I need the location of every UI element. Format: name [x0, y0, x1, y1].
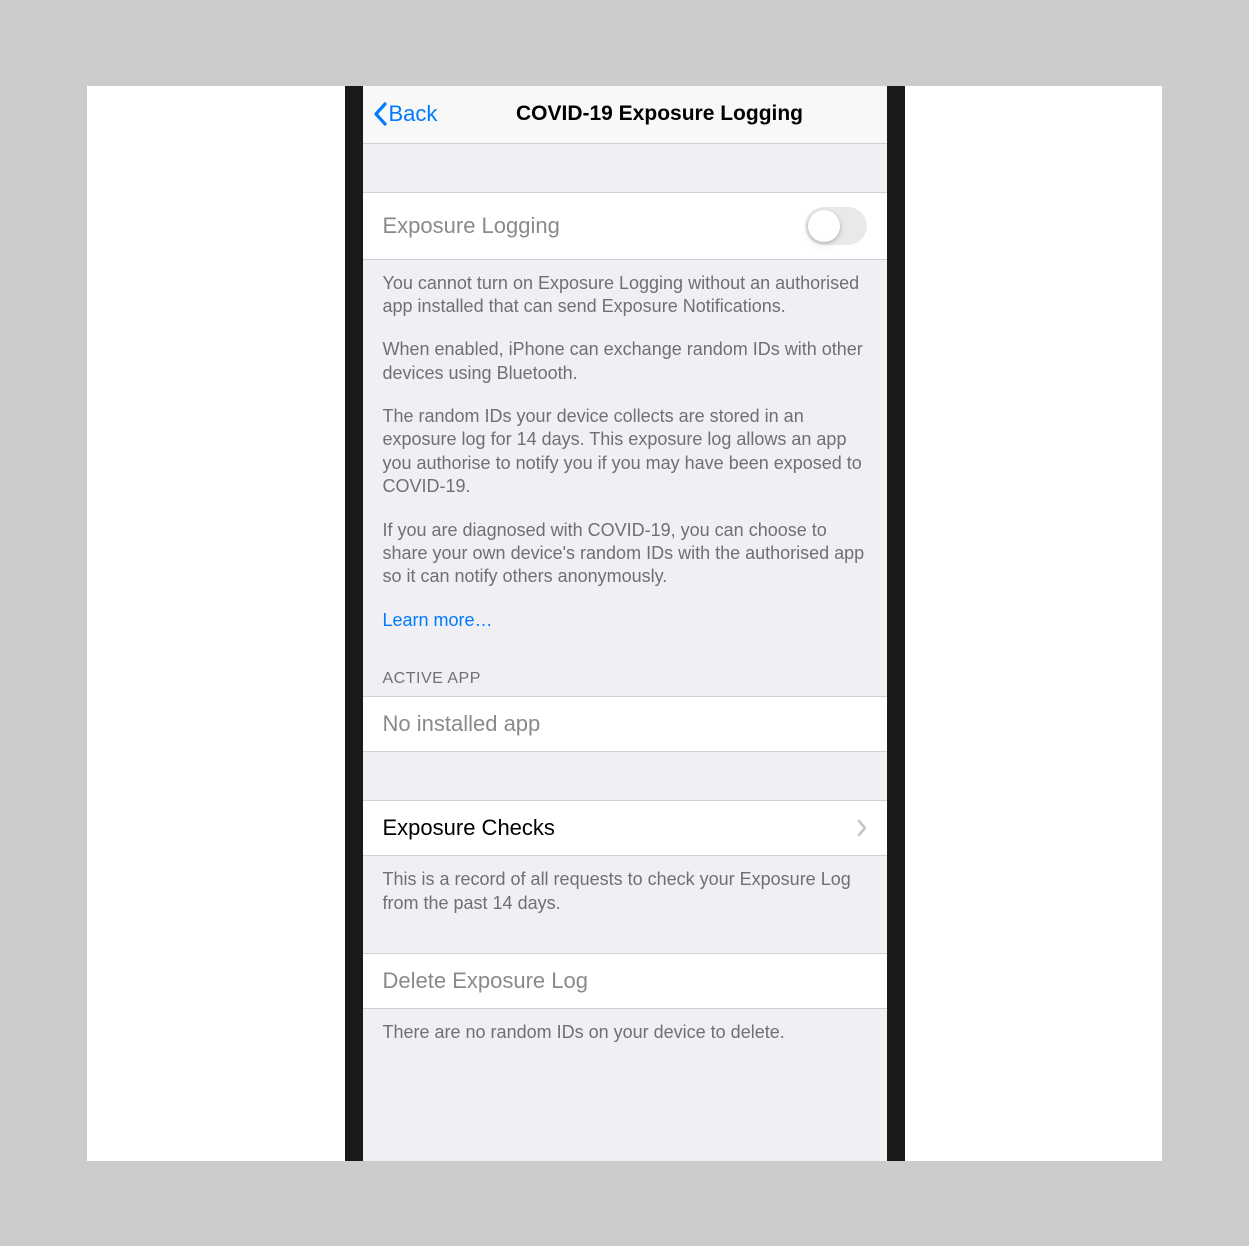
info-paragraph-4: If you are diagnosed with COVID-19, you … — [383, 519, 867, 589]
exposure-checks-footer: This is a record of all requests to chec… — [363, 856, 887, 915]
group-spacer — [363, 915, 887, 953]
group-spacer — [363, 144, 887, 192]
phone-bezel: Back COVID-19 Exposure Logging Exposure … — [345, 86, 905, 1161]
active-app-header: ACTIVE APP — [363, 640, 887, 696]
exposure-logging-info: You cannot turn on Exposure Logging with… — [363, 260, 887, 641]
outer-frame: Back COVID-19 Exposure Logging Exposure … — [87, 86, 1162, 1161]
navigation-bar: Back COVID-19 Exposure Logging — [363, 86, 887, 144]
exposure-logging-toggle[interactable] — [805, 207, 867, 245]
page-title-wrap: COVID-19 Exposure Logging — [363, 102, 887, 126]
toggle-knob — [808, 210, 840, 242]
delete-log-footer-text: There are no random IDs on your device t… — [383, 1021, 867, 1044]
exposure-logging-label: Exposure Logging — [383, 213, 560, 239]
info-paragraph-3: The random IDs your device collects are … — [383, 405, 867, 499]
delete-log-footer: There are no random IDs on your device t… — [363, 1009, 887, 1044]
info-paragraph-2: When enabled, iPhone can exchange random… — [383, 338, 867, 385]
back-button[interactable]: Back — [373, 101, 438, 127]
page-title: COVID-19 Exposure Logging — [516, 102, 803, 126]
learn-more-link[interactable]: Learn more… — [383, 609, 493, 632]
exposure-checks-label: Exposure Checks — [383, 815, 555, 841]
screen: Back COVID-19 Exposure Logging Exposure … — [363, 86, 887, 1161]
group-spacer — [363, 752, 887, 800]
back-label: Back — [389, 101, 438, 127]
delete-log-row[interactable]: Delete Exposure Log — [363, 953, 887, 1009]
exposure-checks-footer-text: This is a record of all requests to chec… — [383, 868, 867, 915]
exposure-checks-row[interactable]: Exposure Checks — [363, 800, 887, 856]
delete-log-label: Delete Exposure Log — [383, 968, 588, 994]
info-paragraph-1: You cannot turn on Exposure Logging with… — [383, 272, 867, 319]
chevron-left-icon — [373, 102, 387, 126]
active-app-row: No installed app — [363, 696, 887, 752]
chevron-right-icon — [857, 819, 867, 837]
exposure-logging-row: Exposure Logging — [363, 192, 887, 260]
active-app-value: No installed app — [383, 711, 541, 737]
